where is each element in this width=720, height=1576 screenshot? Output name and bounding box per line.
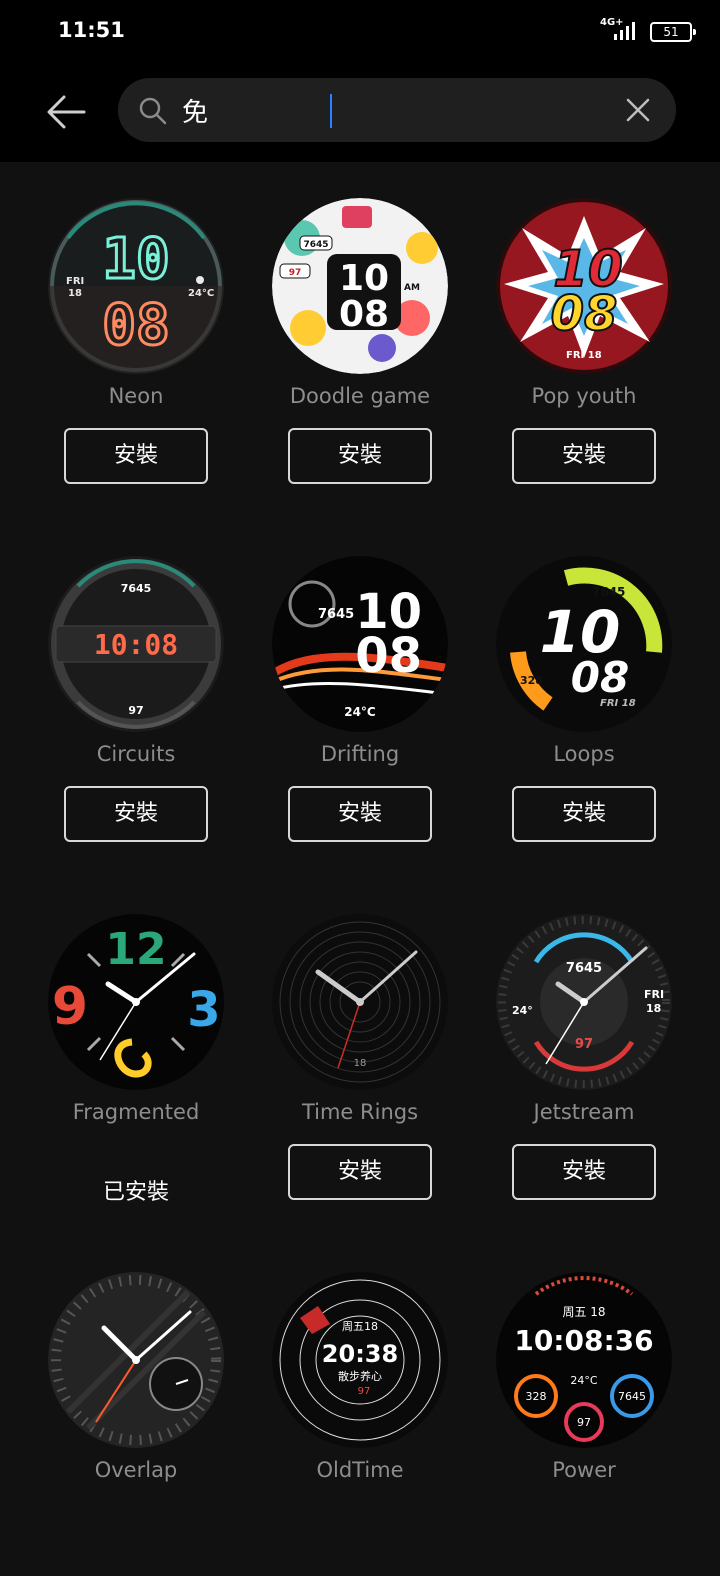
install-button[interactable]: 安裝	[288, 786, 432, 842]
watch-face-name: Doodle game	[289, 384, 431, 408]
svg-text:328: 328	[526, 1390, 547, 1403]
watch-face-preview-neon[interactable]: 10 08 FRI 18 24°C	[48, 198, 224, 374]
svg-text:FRI: FRI	[66, 276, 84, 287]
search-icon	[139, 97, 167, 125]
svg-text:24°C: 24°C	[344, 705, 376, 719]
svg-text:7645: 7645	[592, 585, 625, 599]
watch-face-preview-jetstream[interactable]: 7645 97 24° FRI 18	[496, 914, 672, 1090]
svg-text:328: 328	[520, 674, 543, 687]
svg-text:AM: AM	[404, 283, 420, 293]
watch-face-card: 10 08 FRI 18 Pop youth 安裝	[472, 162, 696, 502]
svg-text:10:08:36: 10:08:36	[514, 1324, 653, 1357]
svg-text:97: 97	[289, 268, 302, 278]
watch-face-name: Time Rings	[301, 1100, 419, 1124]
watch-face-card: 10 08 AM 7645 97 Doodle game 安裝	[248, 162, 472, 502]
svg-text:97: 97	[358, 1386, 371, 1397]
search-header	[0, 64, 720, 162]
watch-face-preview-overlap[interactable]	[48, 1272, 224, 1448]
watch-face-name: Neon	[108, 384, 164, 408]
watch-face-card: 12 9 3 Fragmented 已安裝	[24, 878, 248, 1218]
svg-text:20:38: 20:38	[322, 1340, 398, 1368]
svg-text:7645: 7645	[318, 607, 354, 622]
watch-face-preview-pop-youth[interactable]: 10 08 FRI 18	[496, 198, 672, 374]
svg-text:9: 9	[52, 977, 88, 1037]
svg-text:7645: 7645	[303, 240, 328, 250]
watch-face-name: Loops	[553, 742, 615, 766]
watch-face-preview-time-rings[interactable]: 18	[272, 914, 448, 1090]
watch-face-card: 10:08 7645 97 Circuits 安裝	[24, 520, 248, 860]
watch-face-card: Overlap	[24, 1236, 248, 1576]
text-caret	[330, 94, 332, 128]
watch-face-card: 18 Time Rings 安裝	[248, 878, 472, 1218]
svg-text:FRI: FRI	[644, 988, 664, 1001]
svg-text:08: 08	[102, 293, 169, 358]
watch-face-grid: 10 08 FRI 18 24°C Neon 安裝 10 08 AM 7645 …	[0, 162, 720, 1498]
svg-text:24°C: 24°C	[570, 1374, 597, 1387]
install-button[interactable]: 安裝	[512, 786, 656, 842]
svg-text:08: 08	[571, 653, 629, 702]
watch-face-card: 7645 328 10 08 FRI 18 Loops 安裝	[472, 520, 696, 860]
signal-icon	[614, 22, 635, 40]
svg-text:3: 3	[187, 982, 220, 1038]
install-button[interactable]: 安裝	[288, 428, 432, 484]
watch-face-name: Overlap	[94, 1458, 178, 1482]
battery-icon: 51	[650, 22, 696, 42]
watch-face-card: 10 08 FRI 18 24°C Neon 安裝	[24, 162, 248, 502]
watch-face-name: Pop youth	[531, 384, 637, 408]
status-bar: 11:51 4G+ 51	[0, 0, 720, 64]
watch-face-preview-doodle-game[interactable]: 10 08 AM 7645 97	[272, 198, 448, 374]
svg-text:7645: 7645	[618, 1390, 646, 1403]
watch-face-name: Circuits	[96, 742, 176, 766]
watch-face-card: 周五18 20:38 散步养心 97 OldTime	[248, 1236, 472, 1576]
install-button[interactable]: 安裝	[512, 1144, 656, 1200]
install-button[interactable]: 安裝	[288, 1144, 432, 1200]
svg-text:7645: 7645	[121, 582, 152, 595]
install-button[interactable]: 安裝	[512, 428, 656, 484]
svg-text:08: 08	[551, 286, 618, 342]
clear-search-icon[interactable]	[624, 96, 652, 124]
svg-text:12: 12	[105, 924, 166, 975]
svg-text:97: 97	[575, 1037, 593, 1052]
svg-text:97: 97	[577, 1416, 591, 1429]
watch-face-card: 7645 97 24° FRI 18 Jetstream 安裝	[472, 878, 696, 1218]
search-input[interactable]	[182, 88, 602, 132]
watch-face-preview-circuits[interactable]: 10:08 7645 97	[48, 556, 224, 732]
watch-face-preview-power[interactable]: 周五 18 10:08:36 24°C 328 7645 97	[496, 1272, 672, 1448]
svg-text:18: 18	[354, 1058, 367, 1069]
search-bar[interactable]	[118, 78, 676, 142]
watch-face-card: 周五 18 10:08:36 24°C 328 7645 97 Power	[472, 1236, 696, 1576]
watch-face-preview-drifting[interactable]: 7645 10 08 24°C	[272, 556, 448, 732]
watch-face-preview-fragmented[interactable]: 12 9 3	[48, 914, 224, 1090]
svg-text:7645: 7645	[566, 961, 602, 976]
svg-text:10: 10	[102, 227, 169, 292]
back-button[interactable]	[38, 86, 94, 138]
svg-text:97: 97	[128, 704, 143, 717]
watch-face-card: 7645 10 08 24°C Drifting 安裝	[248, 520, 472, 860]
watch-face-name: OldTime	[316, 1458, 404, 1482]
watch-face-name: Power	[552, 1458, 616, 1482]
svg-text:08: 08	[339, 294, 389, 335]
watch-face-preview-oldtime[interactable]: 周五18 20:38 散步养心 97	[272, 1272, 448, 1448]
watch-face-name: Drifting	[320, 742, 400, 766]
svg-text:10: 10	[339, 258, 389, 299]
install-button[interactable]: 安裝	[64, 786, 208, 842]
svg-text:散步养心: 散步养心	[338, 1369, 382, 1383]
svg-text:FRI 18: FRI 18	[600, 698, 636, 709]
svg-text:10:08: 10:08	[94, 628, 178, 661]
svg-text:18: 18	[68, 288, 82, 299]
status-time: 11:51	[58, 18, 125, 42]
svg-text:18: 18	[646, 1002, 661, 1015]
svg-text:周五18: 周五18	[342, 1320, 378, 1333]
svg-text:24°: 24°	[512, 1004, 533, 1017]
installed-status: 已安裝	[102, 1180, 169, 1205]
watch-face-name: Jetstream	[533, 1100, 635, 1124]
svg-text:FRI 18: FRI 18	[566, 350, 602, 361]
svg-text:周五 18: 周五 18	[562, 1305, 605, 1319]
back-arrow-icon	[47, 95, 86, 129]
watch-face-preview-loops[interactable]: 7645 328 10 08 FRI 18	[496, 556, 672, 732]
install-button[interactable]: 安裝	[64, 428, 208, 484]
svg-text:08: 08	[355, 628, 422, 684]
svg-text:24°C: 24°C	[188, 288, 214, 299]
watch-face-name: Fragmented	[72, 1100, 200, 1124]
